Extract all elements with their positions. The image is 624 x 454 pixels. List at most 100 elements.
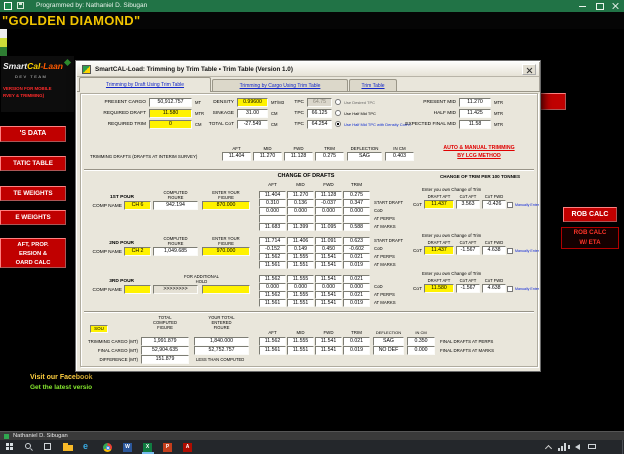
ships-data-button[interactable]: 'S DATA xyxy=(0,126,66,142)
computed-figure-cell: 942.194 xyxy=(153,201,198,210)
row-label: AT PERPS xyxy=(374,292,395,297)
cot-fwd-cell: -0.426 xyxy=(482,200,506,209)
trimming-cargo-entered: 1,840.000 xyxy=(194,337,249,346)
row-label: AT PERPS xyxy=(374,216,395,221)
hydrostatic-table-button[interactable]: TATIC TABLE xyxy=(0,156,66,171)
entered-figure-input[interactable] xyxy=(202,285,250,294)
cot-aft-cell: -1.567 xyxy=(456,246,480,255)
excel-icon[interactable]: X xyxy=(140,441,156,454)
draft-cell: 0.019 xyxy=(343,299,370,307)
volume-icon[interactable] xyxy=(568,444,580,450)
rob-calc-button[interactable]: ROB CALC xyxy=(563,207,617,222)
task-view-icon[interactable] xyxy=(44,443,51,450)
latest-version-link[interactable]: Get the latest versio xyxy=(30,384,92,391)
manual-cot-checkbox[interactable] xyxy=(507,248,513,254)
half-mid-value: 11.425 xyxy=(459,109,491,118)
start-button[interactable] xyxy=(6,443,13,450)
manual-cot-label[interactable]: Manually Enter CoT xyxy=(515,249,540,254)
draft-cell: -0.602 xyxy=(343,245,370,253)
expected-final-mid-label: EXPECTED FINAL MID xyxy=(405,122,456,127)
draft-prop-calc-button[interactable]: AFT, PROP. ERSION & OARD CALC xyxy=(0,238,66,268)
tpc-half-mid-value: 66.125 xyxy=(307,109,332,118)
rob-calc-eta-button[interactable]: ROB CALC W/ ETA xyxy=(561,227,619,249)
tpc-radio-3[interactable] xyxy=(335,121,341,127)
col-header-mid: MID xyxy=(263,146,272,151)
col-header-mid: MID xyxy=(296,330,305,335)
draft-cell xyxy=(259,215,286,223)
final-draft-cell: 11.551 xyxy=(287,346,314,355)
save-icon[interactable] xyxy=(17,2,24,9)
battery-icon[interactable] xyxy=(588,444,596,449)
sou-partial-label[interactable]: SOU xyxy=(90,325,108,333)
word-icon[interactable]: W xyxy=(120,441,136,453)
tab-trim-by-draft[interactable]: Trimming by Draft Using Trim Table xyxy=(79,77,211,92)
manual-cot-label[interactable]: Manually Enter CoT xyxy=(515,203,540,208)
tpc-radio-2-label[interactable]: Use Half Mid TPC xyxy=(344,111,376,116)
tpc-density-value: 64.254 xyxy=(307,120,332,129)
draft-cell: 11.128 xyxy=(315,191,342,199)
draft-aft-input[interactable]: 11.437 xyxy=(424,200,454,209)
logo-tagline-2: RVEY & TRIMMING) xyxy=(3,93,45,98)
search-icon[interactable] xyxy=(25,443,31,449)
col-header-aft: AFT xyxy=(268,182,277,187)
required-draft-input[interactable]: 11.580 xyxy=(149,109,192,118)
final-draft-cell: 11.541 xyxy=(315,337,342,346)
maximize-button[interactable] xyxy=(592,0,608,12)
draft-aft-input[interactable]: 11.437 xyxy=(424,246,454,255)
tpc-radio-1-label[interactable]: Use Desired TPC xyxy=(344,100,375,105)
final-cargo-label: FINAL CARGO (MT) xyxy=(97,348,138,353)
edge-icon[interactable]: e xyxy=(80,441,96,453)
entered-figure-header: FIGURE xyxy=(218,195,234,200)
computed-figure-header: FIGURE xyxy=(167,195,184,200)
row-label: CoD xyxy=(374,208,383,213)
lcg-note-line-1: AUTO & MANUAL TRIMMING xyxy=(443,145,515,151)
col-header-incm: IN CM xyxy=(393,146,406,151)
cot-label: CoT xyxy=(412,203,422,208)
weights-button-1[interactable]: TE WEIGHTS xyxy=(0,186,66,201)
col-header-fwd: FWD xyxy=(293,146,304,151)
worksheet-strip-white xyxy=(0,29,7,38)
sinkage-value: 31.00 xyxy=(237,109,268,118)
pdf-icon[interactable]: A xyxy=(180,441,196,453)
draft-cell: 0.021 xyxy=(343,275,370,283)
tpc-radio-1[interactable] xyxy=(335,99,341,105)
tpc-label: TPC xyxy=(294,111,304,116)
draft-cell: 0.275 xyxy=(343,191,370,199)
close-button[interactable] xyxy=(608,0,624,12)
comp-name-input[interactable]: CH 6 xyxy=(124,201,151,210)
draft-cell: 11.555 xyxy=(287,275,314,283)
comp-name-input[interactable]: CH 2 xyxy=(124,247,151,256)
draft-cell: 11.551 xyxy=(287,261,314,269)
half-mid-label: HALF MID xyxy=(433,111,456,116)
draft-cell: 0.019 xyxy=(343,261,370,269)
comp-name-input[interactable] xyxy=(124,285,151,294)
density-input[interactable]: 0.99600 xyxy=(237,98,268,107)
dialog-close-icon[interactable] xyxy=(522,64,536,75)
network-icon[interactable] xyxy=(558,443,566,451)
manual-cot-checkbox[interactable] xyxy=(507,202,513,208)
chrome-icon[interactable] xyxy=(100,441,116,453)
comp-name-label: COMP NAME xyxy=(92,250,123,255)
minimize-button[interactable] xyxy=(575,0,591,12)
draft-aft-input[interactable]: 11.580 xyxy=(424,284,454,293)
dialog-titlebar[interactable]: SmartCAL-Load: Trimming by Trim Table • … xyxy=(77,62,539,77)
manual-cot-checkbox[interactable] xyxy=(507,286,513,292)
present-mid-label: PRESENT MID xyxy=(423,100,456,105)
file-explorer-icon[interactable] xyxy=(60,441,76,453)
entered-figure-input[interactable]: 870.000 xyxy=(202,201,250,210)
tray-chevron-up-icon[interactable] xyxy=(545,444,551,450)
draft-cell: 0.450 xyxy=(315,245,342,253)
tpc-radio-2[interactable] xyxy=(335,110,341,116)
cot-fwd-cell: 4.638 xyxy=(482,284,506,293)
row-label: START DRAFT xyxy=(374,238,404,243)
manual-cot-label[interactable]: Manually Enter CoT xyxy=(515,287,540,292)
entered-figure-input[interactable]: 970.000 xyxy=(202,247,250,256)
workbook-status-strip[interactable]: Nathaniel D. Sibugan xyxy=(0,431,624,440)
powerpoint-icon[interactable]: P xyxy=(160,441,176,453)
app-titlebar: Programmed by: Nathaniel D. Sibugan xyxy=(0,0,624,12)
weights-button-2[interactable]: E WEIGHTS xyxy=(0,210,66,225)
computed-figure-cell: >>>>>>>> xyxy=(153,285,198,294)
partial-red-button[interactable] xyxy=(541,93,566,110)
facebook-link[interactable]: Visit our Facebook xyxy=(30,374,93,381)
required-trim-input[interactable]: 0 xyxy=(149,120,192,129)
